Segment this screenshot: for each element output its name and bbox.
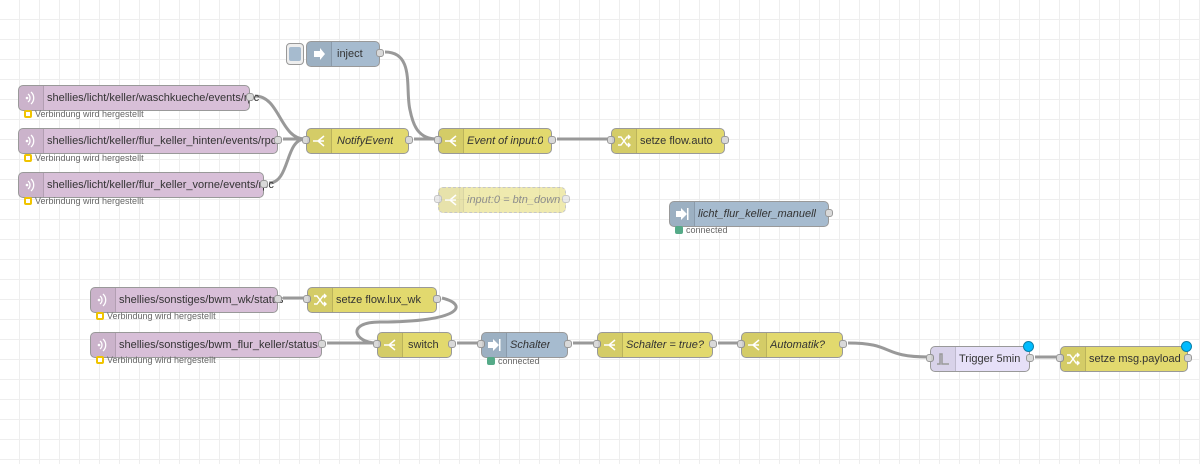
output-port[interactable] <box>274 295 282 303</box>
mqtt-topic-label: shellies/sonstiges/bwm_flur_keller/statu… <box>119 339 318 351</box>
switch-node-input0-btn-down[interactable]: input:0 = btn_down <box>434 187 570 213</box>
node-label: Schalter <box>510 339 551 351</box>
ha-node-licht-flur-keller-manuell[interactable]: licht_flur_keller_manuell <box>669 201 833 227</box>
output-port[interactable] <box>246 93 254 101</box>
status-text: Verbindung wird hergestellt <box>35 153 144 163</box>
output-port[interactable] <box>548 136 556 144</box>
shuffle-icon <box>612 129 637 153</box>
node-status: Verbindung wird hergestellt <box>24 109 144 119</box>
broadcast-icon <box>19 173 44 197</box>
mqtt-topic-label: shellies/licht/keller/flur_keller_hinten… <box>47 135 277 147</box>
change-node-setze-flow-auto[interactable]: setze flow.auto <box>607 128 729 154</box>
status-text: connected <box>498 356 540 366</box>
wire-inject-to-event[interactable] <box>384 50 438 141</box>
mqtt-topic-label: shellies/licht/keller/flur_keller_vorne/… <box>47 179 274 191</box>
status-text: connected <box>686 225 728 235</box>
output-port[interactable] <box>433 295 441 303</box>
output-port[interactable] <box>1026 354 1034 362</box>
node-label: setze msg.payload <box>1089 353 1181 365</box>
arrow-right-icon <box>307 42 332 66</box>
output-port[interactable] <box>405 136 413 144</box>
broadcast-icon <box>91 333 116 357</box>
changed-marker-icon <box>1023 341 1034 352</box>
output-port[interactable] <box>376 49 384 57</box>
node-status: Verbindung wird hergestellt <box>96 355 216 365</box>
arrow-into-icon <box>482 333 507 357</box>
switch-node-notifyevent[interactable]: NotifyEvent <box>302 128 413 154</box>
switch-icon <box>307 129 332 153</box>
output-port[interactable] <box>448 340 456 348</box>
node-label: switch <box>408 339 439 351</box>
change-node-setze-msg-payload[interactable]: setze msg.payload <box>1056 341 1192 372</box>
status-connected-icon <box>675 226 683 234</box>
trigger-node-5min[interactable]: Trigger 5min <box>926 341 1034 372</box>
mqtt-topic-label: shellies/sonstiges/bwm_wk/status <box>119 294 284 306</box>
output-port[interactable] <box>825 209 833 217</box>
status-ring-icon <box>96 356 104 364</box>
output-port[interactable] <box>709 340 717 348</box>
status-text: Verbindung wird hergestellt <box>107 311 216 321</box>
switch-icon <box>439 188 464 212</box>
trigger-icon <box>931 347 956 371</box>
broadcast-icon <box>91 288 116 312</box>
inject-node[interactable]: inject <box>286 41 384 67</box>
switch-node-event-input0[interactable]: Event of input:0 <box>434 128 556 154</box>
mqtt-in-node-waschkueche[interactable]: shellies/licht/keller/waschkueche/events… <box>18 85 259 111</box>
node-status: Verbindung wird hergestellt <box>96 311 216 321</box>
output-port[interactable] <box>1184 354 1192 362</box>
mqtt-in-node-bwm-wk[interactable]: shellies/sonstiges/bwm_wk/status <box>90 287 283 313</box>
switch-icon <box>742 333 767 357</box>
arrow-into-icon <box>670 202 695 226</box>
switch-node-schalter-true[interactable]: Schalter = true? <box>593 332 717 358</box>
status-ring-icon <box>24 197 32 205</box>
mqtt-topic-label: shellies/licht/keller/waschkueche/events… <box>47 92 260 104</box>
broadcast-icon <box>19 86 44 110</box>
switch-icon <box>439 129 464 153</box>
node-label: Schalter = true? <box>626 339 704 351</box>
status-ring-icon <box>24 154 32 162</box>
output-port[interactable] <box>318 340 326 348</box>
node-label: Automatik? <box>770 339 826 351</box>
mqtt-in-node-flur-vorne[interactable]: shellies/licht/keller/flur_keller_vorne/… <box>18 172 274 198</box>
output-port[interactable] <box>562 195 570 203</box>
node-status: connected <box>675 225 728 235</box>
output-port[interactable] <box>260 180 268 188</box>
output-port[interactable] <box>839 340 847 348</box>
status-ring-icon <box>96 312 104 320</box>
wire-automatik-to-trigger[interactable] <box>847 341 930 359</box>
node-label: Event of input:0 <box>467 135 544 147</box>
inject-trigger-button[interactable] <box>286 43 304 65</box>
shuffle-icon <box>1061 347 1086 371</box>
node-label: licht_flur_keller_manuell <box>698 208 817 220</box>
node-status: Verbindung wird hergestellt <box>24 153 144 163</box>
change-node-setze-flow-lux-wk[interactable]: setze flow.lux_wk <box>303 287 441 313</box>
status-text: Verbindung wird hergestellt <box>35 196 144 206</box>
switch-icon <box>598 333 623 357</box>
status-text: Verbindung wird hergestellt <box>107 355 216 365</box>
output-port[interactable] <box>274 136 282 144</box>
shuffle-icon <box>308 288 333 312</box>
node-label: input:0 = btn_down <box>467 194 561 206</box>
status-ring-icon <box>24 110 32 118</box>
status-text: Verbindung wird hergestellt <box>35 109 144 119</box>
switch-icon <box>378 333 403 357</box>
node-label: Trigger 5min <box>959 353 1021 365</box>
inject-label: inject <box>337 48 363 60</box>
node-status: Verbindung wird hergestellt <box>24 196 144 206</box>
node-label: NotifyEvent <box>337 135 394 147</box>
mqtt-in-node-flur-hinten[interactable]: shellies/licht/keller/flur_keller_hinten… <box>18 128 282 154</box>
switch-node-automatik[interactable]: Automatik? <box>737 332 847 358</box>
node-status: connected <box>487 356 540 366</box>
output-port[interactable] <box>564 340 572 348</box>
broadcast-icon <box>19 129 44 153</box>
changed-marker-icon <box>1181 341 1192 352</box>
switch-node-switch[interactable]: switch <box>373 332 456 358</box>
ha-node-schalter[interactable]: Schalter <box>477 332 572 358</box>
wire-layer <box>254 50 1059 359</box>
status-connected-icon <box>487 357 495 365</box>
node-label: setze flow.auto <box>640 135 713 147</box>
output-port[interactable] <box>721 136 729 144</box>
node-label: setze flow.lux_wk <box>336 294 421 306</box>
